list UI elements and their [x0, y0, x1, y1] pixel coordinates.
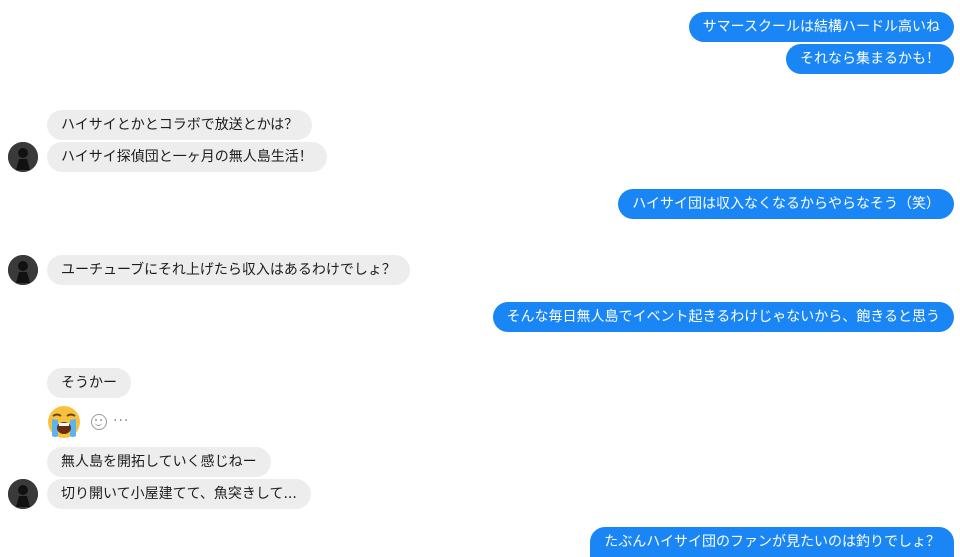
incoming-message[interactable]: 切り開いて小屋建てて、魚突きして...: [47, 479, 311, 509]
incoming-message[interactable]: そうかー: [47, 368, 131, 398]
incoming-message[interactable]: ハイサイとかとコラボで放送とかは？: [47, 110, 313, 140]
add-reaction-icon[interactable]: [91, 414, 107, 430]
outgoing-message[interactable]: ハイサイ団は収入なくなるからやらなそう（笑）: [618, 189, 954, 219]
outgoing-message[interactable]: サマースクールは結構ハードル高いね: [688, 12, 954, 42]
avatar[interactable]: [8, 142, 38, 172]
outgoing-message[interactable]: そんな毎日無人島でイベント起きるわけじゃないから、飽きると思う: [492, 302, 954, 332]
more-options-icon[interactable]: ···: [113, 413, 129, 429]
outgoing-message[interactable]: それなら集まるかも！: [786, 44, 954, 74]
avatar-silhouette-icon: [8, 255, 38, 285]
avatar[interactable]: [8, 255, 38, 285]
avatar-silhouette-icon: [8, 142, 38, 172]
incoming-message[interactable]: 無人島を開拓していく感じねー: [47, 447, 271, 477]
outgoing-message[interactable]: たぶんハイサイ団のファンが見たいのは釣りでしょ？: [590, 527, 954, 557]
loudly-crying-face-icon[interactable]: [46, 404, 82, 440]
avatar[interactable]: [8, 479, 38, 509]
avatar-silhouette-icon: [8, 479, 38, 509]
incoming-message[interactable]: ユーチューブにそれ上げたら収入はあるわけでしょ？: [47, 255, 410, 285]
incoming-message[interactable]: ハイサイ探偵団と一ヶ月の無人島生活！: [47, 142, 327, 172]
